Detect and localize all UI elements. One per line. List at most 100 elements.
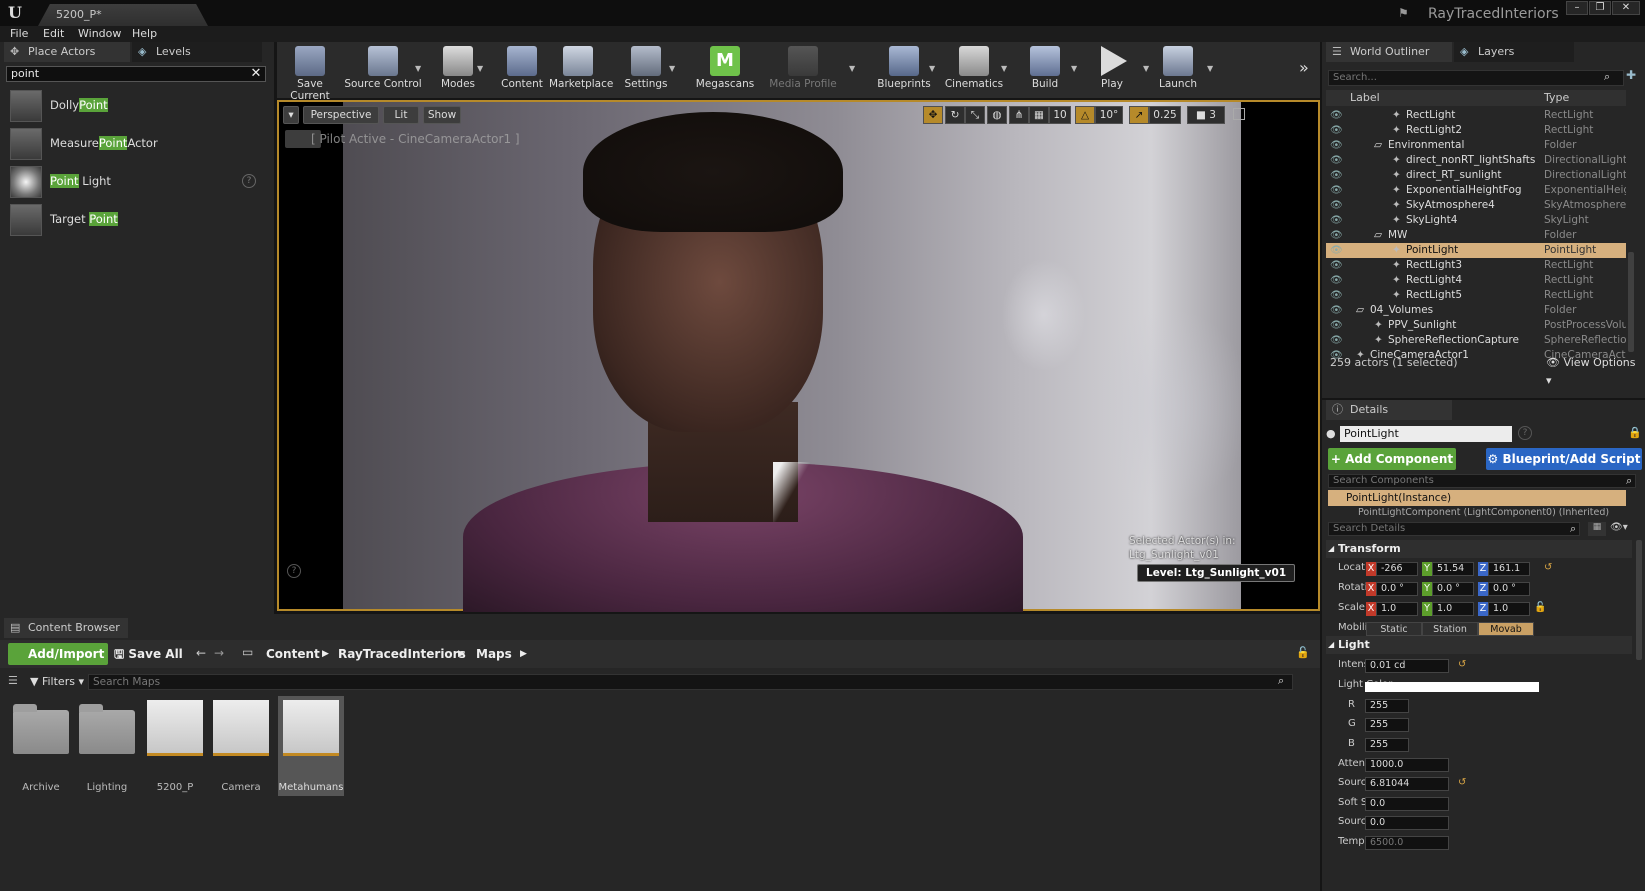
outliner-row[interactable]: 👁 ✦ RectLight3 RectLight [1326,258,1626,273]
visibility-eye-icon[interactable]: 👁 [1330,153,1343,168]
intensity-field[interactable]: 0.01 cd [1365,659,1449,673]
surface-snap-icon[interactable]: ⋔ [1009,106,1029,124]
blueprints-button[interactable]: Blueprints ▼ [873,42,935,98]
minimize-button[interactable]: – [1566,1,1588,15]
outliner-row[interactable]: 👁 ✦ direct_RT_sunlight DirectionalLight [1326,168,1626,183]
cinematics-button[interactable]: Cinematics ▼ [941,42,1007,98]
visibility-eye-icon[interactable]: 👁 [1330,303,1343,318]
outliner-row[interactable]: 👁 ✦ RectLight4 RectLight [1326,273,1626,288]
lock-scale-icon[interactable]: 🔓 [1534,602,1546,613]
component-instance-row[interactable]: PointLight(Instance) [1328,490,1626,506]
level-document-tab[interactable]: 5200_P* [38,4,208,26]
history-back-icon[interactable]: ← [196,646,206,660]
world-local-icon[interactable]: ◍ [987,106,1007,124]
visibility-eye-icon[interactable]: 👁 [1330,213,1343,228]
actor-item-target-point[interactable]: Target Point [6,202,270,238]
asset-folder-archive[interactable]: Archive [8,696,74,796]
add-component-button[interactable]: + Add Component ▾ [1328,448,1456,488]
translate-mode-icon[interactable]: ✥ [923,106,943,124]
reset-to-default-icon[interactable]: ↺ [1458,659,1466,670]
location-y-field[interactable]: 51.54 [1432,562,1474,576]
chevron-down-icon[interactable]: ▼ [849,64,855,73]
show-button[interactable]: Show [423,106,461,124]
visibility-eye-icon[interactable]: 👁 [1330,243,1343,258]
mobility-movable-toggle[interactable]: Movab [1478,622,1534,636]
location-x-field[interactable]: -266 [1376,562,1418,576]
save-current-button[interactable]: Save Current [277,42,343,102]
history-forward-icon[interactable]: → [214,646,224,660]
visibility-eye-icon[interactable]: 👁 [1330,318,1343,333]
tab-layers[interactable]: ◈ Layers [1454,42,1574,62]
scale-snap-icon[interactable]: ↗ [1129,106,1149,124]
settings-button[interactable]: Settings ▼ [617,42,675,98]
light-color-swatch[interactable] [1365,682,1539,692]
menu-edit[interactable]: Edit [43,26,64,42]
help-icon[interactable]: ? [1518,426,1532,440]
toolbar-overflow-icon[interactable]: » [1299,58,1309,77]
search-maps-input[interactable]: Search Maps [88,674,1293,690]
outliner-search-input[interactable]: Search... [1328,70,1624,86]
add-import-button[interactable]: Add/Import ▾ [8,643,108,683]
close-button[interactable]: ✕ [1612,1,1640,15]
outliner-row[interactable]: 👁 ▱ MW Folder [1326,228,1626,243]
lit-button[interactable]: Lit [383,106,419,124]
outliner-row[interactable]: 👁 ✦ SkyAtmosphere4 SkyAtmosphere [1326,198,1626,213]
asset-map-camera[interactable]: Camera [208,696,274,796]
chevron-down-icon[interactable]: ▼ [929,64,935,73]
visibility-eye-icon[interactable]: 👁 [1330,198,1343,213]
outliner-row[interactable]: 👁 ▱ 04_Volumes Folder [1326,303,1626,318]
rotation-y-field[interactable]: 0.0 ° [1432,582,1474,596]
lock-icon[interactable]: 🔒 [1628,426,1642,439]
visibility-eye-icon[interactable]: 👁 [1330,123,1343,138]
actor-item-dolly-point[interactable]: DollyPoint [6,88,270,124]
component-row[interactable]: PointLightComponent (LightComponent0) (I… [1328,508,1626,518]
source-radius-field[interactable]: 6.81044 [1365,777,1449,791]
outliner-scrollbar[interactable] [1628,252,1634,352]
visibility-eye-icon[interactable]: 👁 [1330,138,1343,153]
outliner-row[interactable]: 👁 ✦ direct_nonRT_lightShafts DirectionalLig… [1326,153,1626,168]
visibility-eye-icon[interactable]: 👁 [1330,288,1343,303]
grid-size-button[interactable]: 10 [1049,106,1071,124]
asset-map-5200-p[interactable]: 5200_P [142,696,208,796]
lock-icon[interactable]: 🔓 [1296,646,1310,659]
rotation-snap-size-button[interactable]: 10° [1095,106,1123,124]
visibility-eye-icon[interactable]: 👁 [1330,333,1343,348]
add-icon[interactable]: ✚ [1626,68,1636,82]
visibility-eye-icon[interactable]: 👁▾ [1610,522,1636,536]
chevron-down-icon[interactable]: ▼ [1207,64,1213,73]
modes-button[interactable]: Modes ▼ [429,42,487,98]
blueprint-add-script-button[interactable]: ⚙ Blueprint/Add Script [1486,448,1642,470]
outliner-row[interactable]: 👁 ✦ RectLight RectLight [1326,108,1626,123]
breadcrumb-raytracedinteriors[interactable]: RayTracedInteriors [338,644,466,664]
asset-map-metahumans[interactable]: Metahumans [278,696,344,796]
search-details-input[interactable]: Search Details [1328,522,1580,536]
chevron-down-icon[interactable]: ▼ [1001,64,1007,73]
visibility-eye-icon[interactable]: 👁 [1330,273,1343,288]
tab-place-actors[interactable]: ✥ Place Actors [4,42,130,62]
place-actors-search-input[interactable]: point [6,66,266,82]
property-matrix-icon[interactable]: ▦ [1588,522,1606,536]
chevron-down-icon[interactable]: ▼ [415,64,421,73]
visibility-eye-icon[interactable]: 👁 [1330,258,1343,273]
visibility-eye-icon[interactable]: 👁 [1330,348,1343,363]
visibility-eye-icon[interactable]: 👁 [1330,168,1343,183]
build-button[interactable]: Build ▼ [1017,42,1077,98]
outliner-row[interactable]: 👁 ✦ SkyLight4 SkyLight [1326,213,1626,228]
launch-button[interactable]: Launch ▼ [1151,42,1213,98]
actor-item-point-light[interactable]: Point Light ? [6,164,270,200]
light-section-header[interactable]: ◢ Light [1326,636,1632,654]
column-type[interactable]: Type [1544,91,1569,104]
outliner-row[interactable]: 👁 ✦ RectLight2 RectLight [1326,123,1626,138]
outliner-row[interactable]: 👁 ✦ ExponentialHeightFog ExponentialHeigh [1326,183,1626,198]
chevron-down-icon[interactable]: ▼ [1143,64,1149,73]
outliner-row[interactable]: 👁 ▱ Environmental Folder [1326,138,1626,153]
rotate-mode-icon[interactable]: ↻ [945,106,965,124]
color-r-field[interactable]: 255 [1365,699,1409,713]
soft-source-radius-field[interactable]: 0.0 [1365,797,1449,811]
grid-snap-icon[interactable]: ▦ [1029,106,1049,124]
details-scrollbar[interactable] [1636,540,1642,660]
breadcrumb-content[interactable]: Content [266,644,320,664]
reset-to-default-icon[interactable]: ↺ [1544,562,1552,573]
location-z-field[interactable]: 161.1 [1488,562,1530,576]
clear-search-icon[interactable]: ✕ [248,66,264,82]
